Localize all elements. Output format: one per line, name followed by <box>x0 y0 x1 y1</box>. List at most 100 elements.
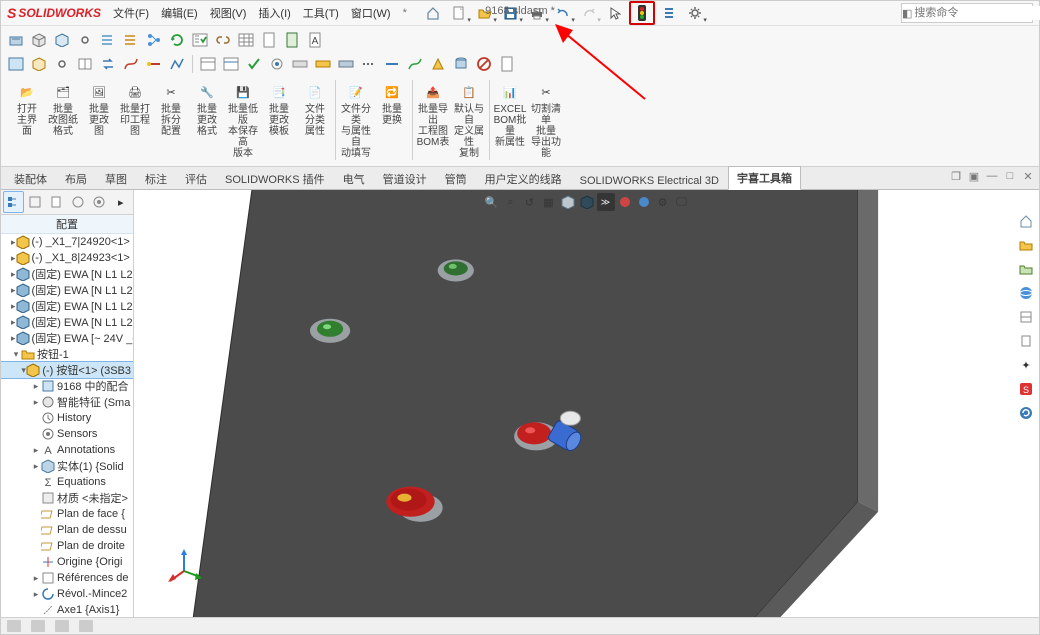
hud-display-icon[interactable] <box>578 193 596 211</box>
tb-cube1-icon[interactable] <box>28 29 50 51</box>
qat-new-icon[interactable] <box>447 2 471 24</box>
tree-node[interactable]: Sensors <box>1 426 133 442</box>
side-tab-config-icon[interactable] <box>25 191 46 213</box>
tree-node[interactable]: ▸(固定) EWA [N L1 L2 L <box>1 298 133 314</box>
tree-node[interactable]: ▾(-) 按钮<1> (3SB3 <box>1 362 133 378</box>
wnd-max-icon[interactable]: □ <box>1003 169 1017 183</box>
tree-twisty-icon[interactable]: ▾ <box>11 349 21 360</box>
tb2-check-icon[interactable] <box>243 53 265 75</box>
tb2-route-icon[interactable] <box>166 53 188 75</box>
hud-appear-icon[interactable] <box>635 193 653 211</box>
tb-asm-icon[interactable] <box>5 29 27 51</box>
tb-tree-icon[interactable] <box>143 29 165 51</box>
tb2-box-icon[interactable] <box>28 53 50 75</box>
tb2-cable-icon[interactable] <box>143 53 165 75</box>
cm-tab-6[interactable]: 电气 <box>334 167 374 190</box>
menu-window[interactable]: 窗口(W) <box>345 1 397 25</box>
tb-link-icon[interactable] <box>212 29 234 51</box>
cm-tab-9[interactable]: 用户定义的线路 <box>476 167 571 190</box>
tree-node[interactable]: ▸智能特征 (Sma <box>1 394 133 410</box>
menu-view[interactable]: 视图(V) <box>204 1 253 25</box>
tree-node[interactable]: ▸Révol.-Mince2 <box>1 586 133 602</box>
side-tab-more-icon[interactable]: ▸ <box>111 191 132 213</box>
tree-node[interactable]: History <box>1 410 133 426</box>
qat-rebuild-icon[interactable] <box>657 2 681 24</box>
ribbon-btn-4[interactable]: ✂批量 拆分 配置 <box>153 78 189 140</box>
hud-section-icon[interactable]: ▦ <box>540 193 558 211</box>
tb2-wire2-icon[interactable] <box>404 53 426 75</box>
tree-twisty-icon[interactable]: ▸ <box>31 461 41 472</box>
status-btn-1[interactable] <box>7 620 21 632</box>
tree-node[interactable]: Plan de droite <box>1 538 133 554</box>
menu-overflow[interactable]: * <box>397 7 413 19</box>
tree-node[interactable]: ΣEquations <box>1 474 133 490</box>
tree-twisty-icon[interactable]: ▸ <box>31 381 41 392</box>
ribbon-btn-13[interactable]: 📊EXCEL BOM批量 新属性 <box>492 78 528 151</box>
tb2-gear-icon[interactable] <box>51 53 73 75</box>
tree-twisty-icon[interactable]: ▸ <box>31 589 41 600</box>
tree-node[interactable]: ▸Références de <box>1 570 133 586</box>
tree-node[interactable]: Axe1 {Axis1} <box>1 602 133 617</box>
tb-doc-icon[interactable] <box>258 29 280 51</box>
qat-select-icon[interactable] <box>603 2 627 24</box>
ribbon-btn-6[interactable]: 💾批量低版 本保存高 版本 <box>225 78 261 162</box>
tb-layers-icon[interactable] <box>97 29 119 51</box>
tb2-cyl-icon[interactable] <box>450 53 472 75</box>
cm-tab-10[interactable]: SOLIDWORKS Electrical 3D <box>571 171 728 190</box>
graphics-viewport[interactable]: 🔍 ⌕ ↺ ▦ ≫ ⚙ 🖵 ✦ S <box>134 190 1039 617</box>
status-btn-2[interactable] <box>31 620 45 632</box>
cm-tab-2[interactable]: 草图 <box>96 167 136 190</box>
ribbon-btn-8[interactable]: 📄文件 分类 属性 <box>297 78 333 140</box>
tb-checked-icon[interactable] <box>189 29 211 51</box>
cm-tab-8[interactable]: 管筒 <box>436 167 476 190</box>
tb-stack-icon[interactable] <box>120 29 142 51</box>
tb2-panel-icon[interactable] <box>5 53 27 75</box>
tree-node[interactable]: ▸(固定) EWA [N L1 L2 L <box>1 266 133 282</box>
qat-options-icon[interactable] <box>683 2 707 24</box>
qat-redo-icon[interactable] <box>577 2 601 24</box>
hud-prev-icon[interactable]: ↺ <box>521 193 539 211</box>
tree-node[interactable]: ▸(固定) EWA [~ 24V _C <box>1 330 133 346</box>
menu-insert[interactable]: 插入(I) <box>252 1 296 25</box>
hud-screen-icon[interactable]: 🖵 <box>673 193 691 211</box>
menu-tools[interactable]: 工具(T) <box>297 1 345 25</box>
ribbon-btn-14[interactable]: ✂切割清单 批量 导出功能 <box>528 78 564 162</box>
tree-node[interactable]: ▸(-) _X1_7|24920<1> (I <box>1 234 133 250</box>
tb2-swap-icon[interactable] <box>97 53 119 75</box>
cm-tab-0[interactable]: 装配体 <box>5 167 56 190</box>
side-tab-disp-icon[interactable] <box>68 191 89 213</box>
tb2-list1-icon[interactable] <box>197 53 219 75</box>
tree-node[interactable]: ▾按钮-1 <box>1 346 133 362</box>
side-tab-target-icon[interactable] <box>89 191 110 213</box>
cm-tab-7[interactable]: 管道设计 <box>374 167 436 190</box>
ribbon-btn-1[interactable]: 🗂批量 改图纸 格式 <box>45 78 81 140</box>
hud-zoomfit-icon[interactable]: 🔍 <box>483 193 501 211</box>
tree-node[interactable]: 材质 <未指定> <box>1 490 133 506</box>
tb-grid-icon[interactable] <box>235 29 257 51</box>
ribbon-btn-2[interactable]: 🖼批量 更改 图 <box>81 78 117 140</box>
feature-tree[interactable]: ▸(-) _X1_7|24920<1> (I▸(-) _X1_8|24923<1… <box>1 234 133 617</box>
search-input[interactable] <box>912 6 1040 20</box>
side-tab-prop-icon[interactable] <box>46 191 67 213</box>
search-box[interactable]: ◧ 🔍 ▾ <box>901 3 1033 23</box>
tb-gear-icon[interactable] <box>74 29 96 51</box>
ribbon-btn-7[interactable]: 📑批量 更改 模板 <box>261 78 297 140</box>
ribbon-btn-3[interactable]: 🖨批量打 印工程 图 <box>117 78 153 140</box>
tree-node[interactable]: Plan de face { <box>1 506 133 522</box>
cm-tab-11[interactable]: 宇喜工具箱 <box>728 166 801 190</box>
tree-node[interactable]: ▸9168 中的配合 <box>1 378 133 394</box>
tree-node[interactable]: Plan de dessu <box>1 522 133 538</box>
menu-edit[interactable]: 编辑(E) <box>155 1 204 25</box>
cm-tab-1[interactable]: 布局 <box>56 167 96 190</box>
tb2-rail-icon[interactable] <box>312 53 334 75</box>
hud-orient-icon[interactable] <box>559 193 577 211</box>
tree-twisty-icon[interactable]: ▸ <box>31 397 41 408</box>
ribbon-btn-0[interactable]: 📂打开 主界 面 <box>9 78 45 140</box>
tree-node[interactable]: ▸(固定) EWA [N L1 L2 L <box>1 282 133 298</box>
hud-zoomarea-icon[interactable]: ⌕ <box>502 193 520 211</box>
tree-twisty-icon[interactable]: ▸ <box>31 573 41 584</box>
hud-expand-icon[interactable]: ≫ <box>597 193 615 211</box>
wnd-min-icon[interactable]: — <box>985 169 999 183</box>
wnd-popout-icon[interactable]: ▣ <box>967 169 981 183</box>
tree-node[interactable]: ▸AAnnotations <box>1 442 133 458</box>
